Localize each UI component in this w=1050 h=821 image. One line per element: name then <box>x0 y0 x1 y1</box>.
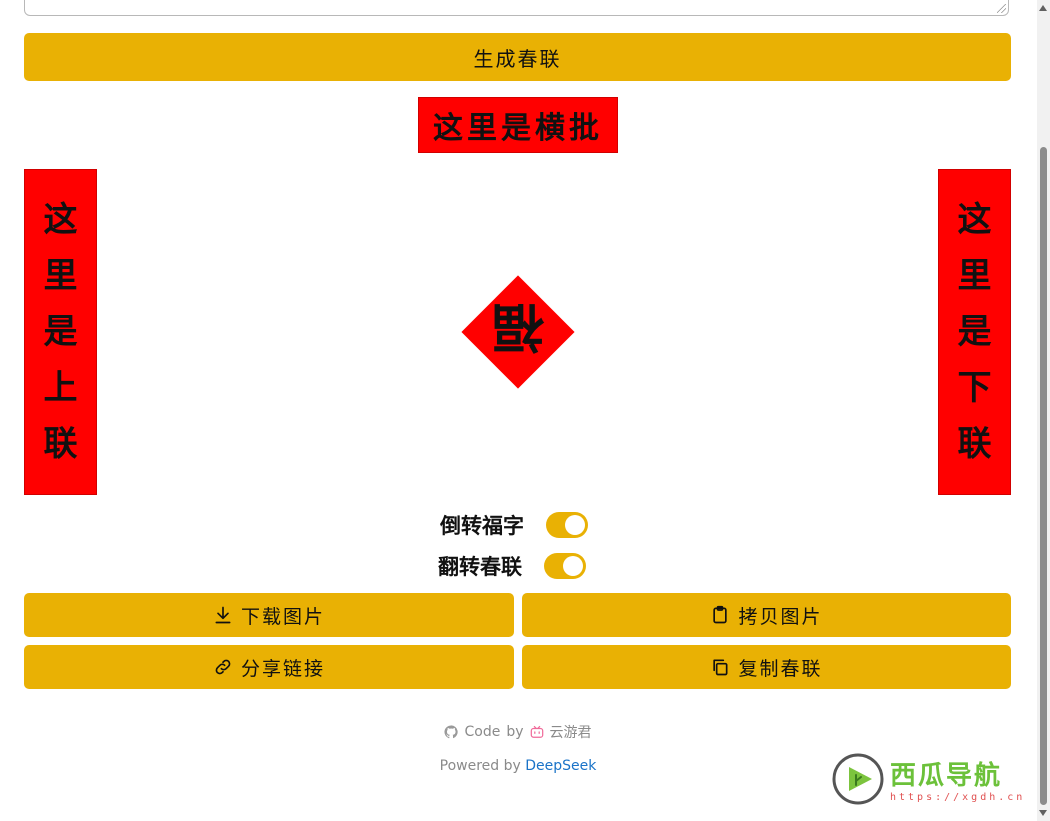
link-icon <box>215 659 231 675</box>
lower-char: 下 <box>957 368 992 408</box>
watermark-title: 西瓜导航 <box>890 761 1003 791</box>
github-icon[interactable] <box>444 725 459 739</box>
watermark-url: https://xgdh.cn <box>890 792 1026 803</box>
hengpi-text: 这里是横批 <box>433 111 603 146</box>
footer-credits: Code by 云游君 <box>0 722 1036 742</box>
upper-char: 里 <box>43 256 78 296</box>
toggle-knob <box>563 556 583 576</box>
lower-char: 里 <box>957 256 992 296</box>
footer-code-label[interactable]: Code <box>464 724 500 740</box>
lower-char: 是 <box>957 312 992 352</box>
lower-couplet-scroll: 这 里 是 下 联 <box>938 169 1011 495</box>
invert-fu-row: 倒转福字 <box>440 510 588 540</box>
copy-couplet-label: 复制春联 <box>738 657 823 680</box>
generate-button-label: 生成春联 <box>473 46 562 71</box>
bilibili-icon[interactable] <box>530 725 544 739</box>
lower-char: 联 <box>957 424 992 464</box>
share-label: 分享链接 <box>240 657 325 680</box>
flip-couplet-toggle[interactable] <box>544 553 586 579</box>
watermark: 西瓜导航 https://xgdh.cn <box>832 753 1025 805</box>
scroll-up-arrow-icon[interactable] <box>1039 5 1047 11</box>
copy-image-label: 拷贝图片 <box>738 605 823 628</box>
download-image-button[interactable]: 下载图片 <box>24 593 514 637</box>
scrollbar-thumb[interactable] <box>1040 147 1047 805</box>
upper-char: 是 <box>43 312 78 352</box>
powered-by-label: Powered by <box>439 758 521 774</box>
flip-couplet-row: 翻转春联 <box>438 551 586 581</box>
upper-char: 这 <box>43 200 78 240</box>
share-link-button[interactable]: 分享链接 <box>24 645 514 689</box>
download-icon <box>215 606 231 624</box>
fu-character: 福 <box>492 296 545 358</box>
hengpi-banner: 这里是横批 <box>418 97 618 153</box>
generate-couplet-button[interactable]: 生成春联 <box>24 33 1011 81</box>
invert-fu-label: 倒转福字 <box>440 513 524 538</box>
upper-char: 上 <box>43 368 78 408</box>
upper-couplet-scroll: 这 里 是 上 联 <box>24 169 97 495</box>
copy-icon <box>713 659 728 676</box>
watermark-text: 西瓜导航 https://xgdh.cn <box>890 755 1025 803</box>
lower-char: 这 <box>957 200 992 240</box>
download-label: 下载图片 <box>240 605 325 628</box>
footer-by-label: by <box>506 724 524 740</box>
deepseek-link[interactable]: DeepSeek <box>525 758 596 774</box>
resize-grip-icon[interactable] <box>997 4 1006 13</box>
copy-couplet-button[interactable]: 复制春联 <box>522 645 1011 689</box>
fu-diamond: 福 <box>461 275 575 389</box>
invert-fu-toggle[interactable] <box>546 512 588 538</box>
scroll-down-arrow-icon[interactable] <box>1039 810 1047 816</box>
clipboard-icon <box>713 605 728 624</box>
couplet-prompt-textarea[interactable] <box>24 0 1009 16</box>
toggle-knob <box>565 515 585 535</box>
flip-couplet-label: 翻转春联 <box>438 554 522 579</box>
footer-author-link[interactable]: 云游君 <box>550 722 592 742</box>
upper-char: 联 <box>43 424 78 464</box>
watermelon-play-logo-icon <box>832 753 884 805</box>
copy-image-button[interactable]: 拷贝图片 <box>522 593 1011 637</box>
